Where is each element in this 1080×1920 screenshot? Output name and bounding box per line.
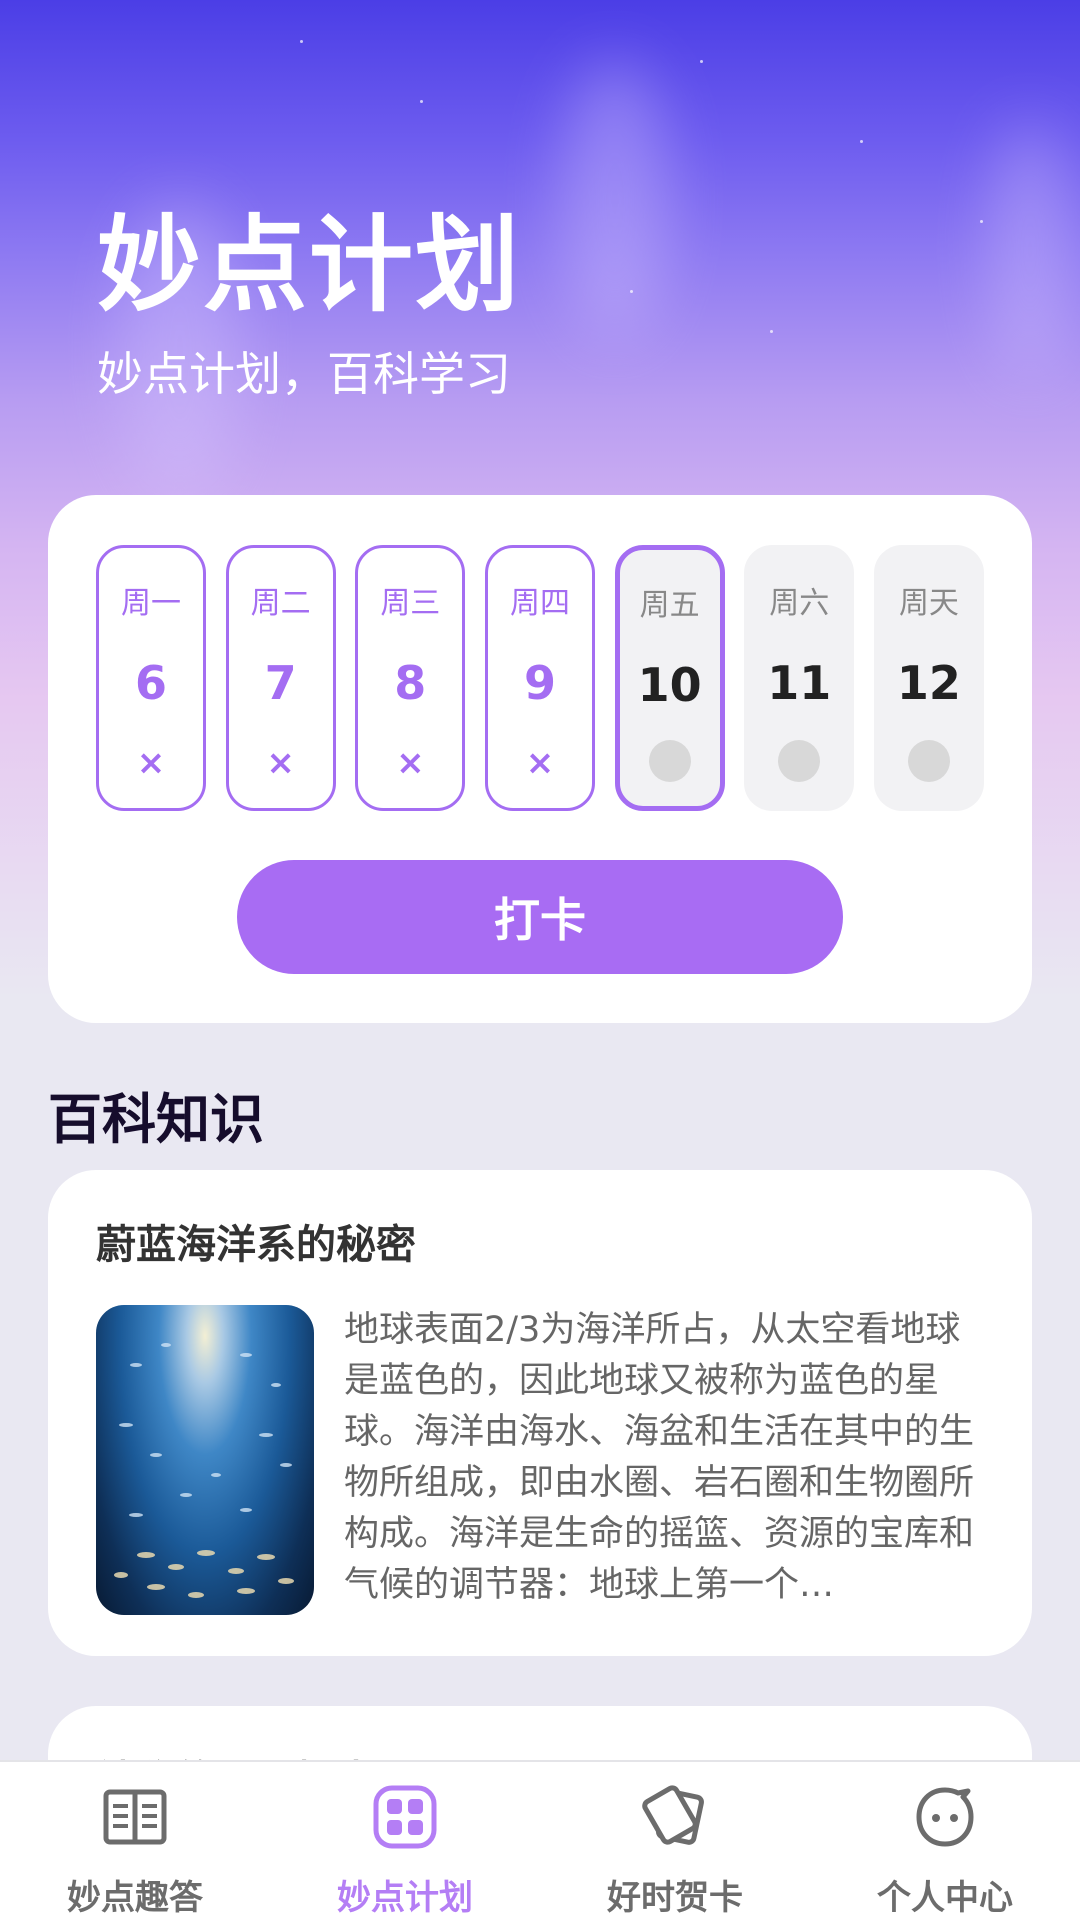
- article-title: 蔚蓝海洋系的秘密: [96, 1222, 416, 1268]
- star: [630, 290, 633, 293]
- day-cell[interactable]: 周二 7 ×: [225, 545, 336, 811]
- tab-plan[interactable]: 妙点计划: [270, 1762, 540, 1920]
- grid-icon: [370, 1782, 440, 1856]
- day-date: 12: [896, 656, 961, 710]
- missed-x-icon: ×: [136, 743, 166, 783]
- missed-x-icon: ×: [266, 743, 295, 783]
- day-weekday: 周五: [639, 588, 700, 623]
- day-weekday: 周天: [898, 586, 959, 621]
- pending-dot-icon: [778, 740, 821, 782]
- tab-cards[interactable]: 好时贺卡: [540, 1762, 810, 1920]
- tab-label: 个人中心: [877, 1878, 1013, 1918]
- day-cell[interactable]: 周一 6 ×: [96, 545, 206, 811]
- tab-label: 妙点趣答: [67, 1878, 203, 1918]
- checkin-button[interactable]: 打卡: [237, 860, 843, 974]
- day-date: 11: [767, 656, 832, 710]
- section-title: 百科知识: [48, 1088, 264, 1151]
- week-strip: 周一 6 × 周二 7 × 周三 8 × 周四 9 × 周五 10 周六 11: [96, 545, 984, 811]
- aurora-glow: [990, 120, 1070, 380]
- fish-school-graphic: [114, 1343, 294, 1598]
- missed-x-icon: ×: [396, 743, 425, 783]
- article-card[interactable]: 蔚蓝海洋系的秘密 地球表面2/3为海洋所占，从太空看地球是蓝色的，因此地球又被称…: [48, 1170, 1032, 1656]
- day-weekday: 周三: [380, 586, 441, 621]
- face-icon: [910, 1782, 980, 1856]
- star: [700, 60, 703, 63]
- day-weekday: 周六: [769, 586, 830, 621]
- star: [300, 40, 303, 43]
- pending-dot-icon: [648, 740, 691, 782]
- star: [980, 220, 983, 223]
- tab-profile[interactable]: 个人中心: [810, 1762, 1080, 1920]
- day-cell[interactable]: 周六 11: [744, 545, 855, 811]
- page-subtitle: 妙点计划，百科学习: [97, 347, 511, 401]
- article-summary: 地球表面2/3为海洋所占，从太空看地球是蓝色的，因此地球又被称为蓝色的星球。海洋…: [344, 1310, 975, 1605]
- bottom-tab-bar: 妙点趣答 妙点计划 好时贺卡 个人中心: [0, 1760, 1080, 1920]
- day-date: 9: [523, 656, 556, 710]
- tab-label: 好时贺卡: [607, 1878, 743, 1918]
- day-date: 8: [394, 656, 427, 710]
- ocean-fish-image: [96, 1305, 314, 1615]
- star: [420, 100, 423, 103]
- pending-dot-icon: [907, 740, 950, 782]
- day-cell[interactable]: 周天 12: [873, 545, 984, 811]
- aurora-glow: [560, 60, 670, 340]
- day-weekday: 周四: [509, 586, 570, 621]
- star: [770, 330, 773, 333]
- day-date: 6: [134, 656, 167, 710]
- day-weekday: 周一: [121, 586, 181, 621]
- book-icon: [100, 1782, 170, 1856]
- day-cell-today[interactable]: 周五 10: [614, 545, 725, 811]
- day-cell[interactable]: 周四 9 ×: [484, 545, 595, 811]
- day-cell[interactable]: 周三 8 ×: [355, 545, 466, 811]
- cards-icon: [640, 1782, 710, 1856]
- page-title: 妙点计划: [97, 204, 522, 326]
- star: [860, 140, 863, 143]
- tab-label: 妙点计划: [337, 1878, 473, 1918]
- tab-answers[interactable]: 妙点趣答: [0, 1762, 270, 1920]
- day-date: 10: [637, 658, 702, 712]
- checkin-card: 周一 6 × 周二 7 × 周三 8 × 周四 9 × 周五 10 周六 11: [48, 495, 1032, 1023]
- day-weekday: 周二: [250, 586, 311, 621]
- missed-x-icon: ×: [525, 743, 555, 783]
- day-date: 7: [264, 656, 297, 710]
